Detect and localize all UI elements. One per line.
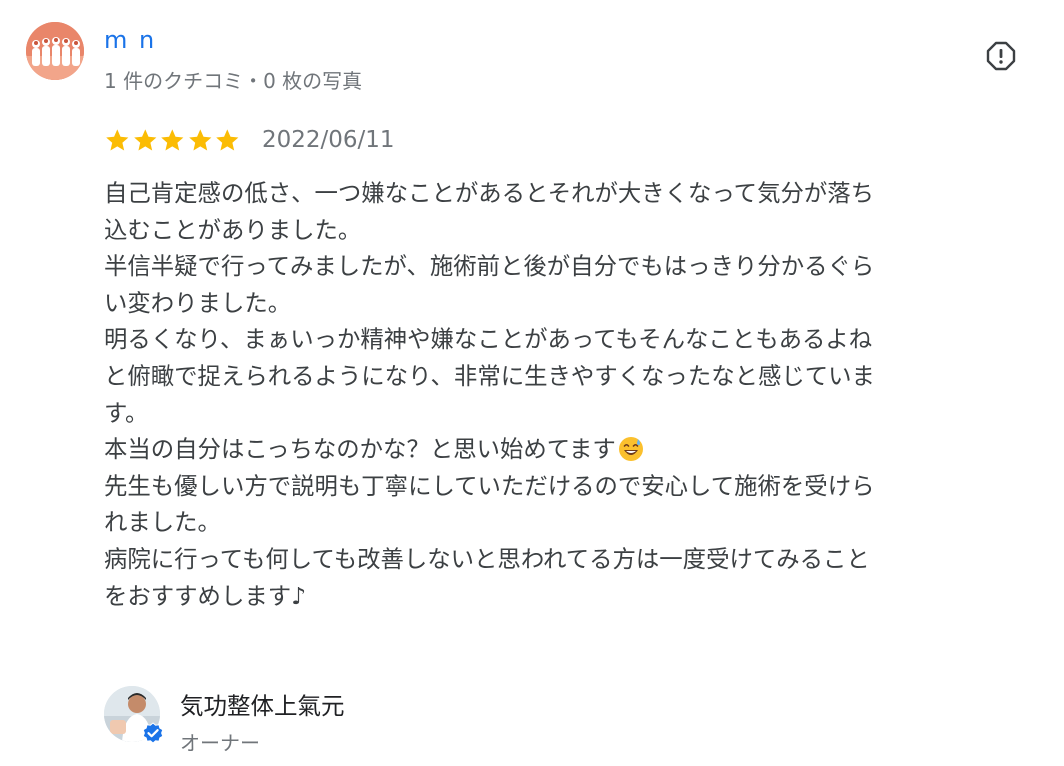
owner-role: オーナー xyxy=(180,731,260,755)
review-line-text: をおすすめします♪ xyxy=(104,581,307,610)
review-line: 明るくなり、まぁいっか精神や嫌なことがあってもそんなこともあるよね xyxy=(104,321,1044,358)
review-line: 先生も優しい方で説明も丁寧にしていただけるので安心して施術を受けら xyxy=(104,468,1044,505)
review-line: と俯瞰で捉えられるようになり、非常に生きやすくなったなと感じていま xyxy=(104,358,1044,395)
star-icon xyxy=(106,128,129,150)
review-line: 込むことがありました。 xyxy=(104,212,1044,249)
star-rating xyxy=(104,127,242,154)
owner-name: 気功整体上氣元 xyxy=(180,692,345,720)
star-icon xyxy=(161,128,184,150)
review-line-text: 先生も優しい方で説明も丁寧にしていただけるので安心して施術を受けら xyxy=(104,471,875,500)
review-text: 自己肯定感の低さ、一つ嫌なことがあるとそれが大きくなって気分が落ち 込むことがあり… xyxy=(104,175,1044,614)
review-line: い変わりました。 xyxy=(104,285,1044,322)
group-photo-avatar-icon xyxy=(26,22,84,80)
review-line-text: い変わりました。 xyxy=(104,288,292,317)
review-line-text: す。 xyxy=(104,398,149,427)
reviewer-avatar[interactable] xyxy=(26,22,84,80)
star-icon xyxy=(188,128,212,150)
report-button[interactable] xyxy=(985,40,1017,72)
review-line-text: 本当の自分はこっちなのかな？と思い始めてます xyxy=(104,435,616,464)
verified-badge xyxy=(142,722,164,744)
review-line: をおすすめします♪ xyxy=(104,578,1044,615)
reviewer-meta: 1 件のクチコミ・0 枚の写真 xyxy=(104,69,363,93)
review-line-text: と俯瞰で捉えられるようになり、非常に生きやすくなったなと感じていま xyxy=(104,361,875,390)
review-line: 病院に行っても何しても改善しないと思われてる方は一度受けてみること xyxy=(104,541,1044,578)
review-line-text: 自己肯定感の低さ、一つ嫌なことがあるとそれが大きくなって気分が落ち xyxy=(104,179,875,207)
verified-check-icon xyxy=(142,722,164,744)
review-line: 本当の自分はこっちなのかな？と思い始めてます xyxy=(104,431,1044,468)
review-line: す。 xyxy=(104,395,1044,432)
star-icon xyxy=(216,128,239,150)
review-line: 自己肯定感の低さ、一つ嫌なことがあるとそれが大きくなって気分が落ち xyxy=(104,175,1044,212)
review-line-text: れました。 xyxy=(104,508,221,537)
review-line-text: 込むことがありました。 xyxy=(104,215,362,244)
review-date: 2022/06/11 xyxy=(262,127,395,153)
star-icon xyxy=(133,128,156,150)
rating-row: 2022/06/11 xyxy=(104,124,395,156)
review-line: 半信半疑で行ってみましたが、施術前と後が自分でもはっきり分かるぐら xyxy=(104,248,1044,285)
review-line: れました。 xyxy=(104,504,1044,541)
review-line-text: 病院に行っても何しても改善しないと思われてる方は一度受けてみること xyxy=(104,544,870,573)
report-icon xyxy=(986,41,1016,71)
review-line-text: 明るくなり、まぁいっか精神や嫌なことがあってもそんなこともあるよね xyxy=(104,325,873,354)
review-line-text: 半信半疑で行ってみましたが、施術前と後が自分でもはっきり分かるぐら xyxy=(104,252,875,281)
reviewer-name[interactable]: m n xyxy=(104,26,156,54)
